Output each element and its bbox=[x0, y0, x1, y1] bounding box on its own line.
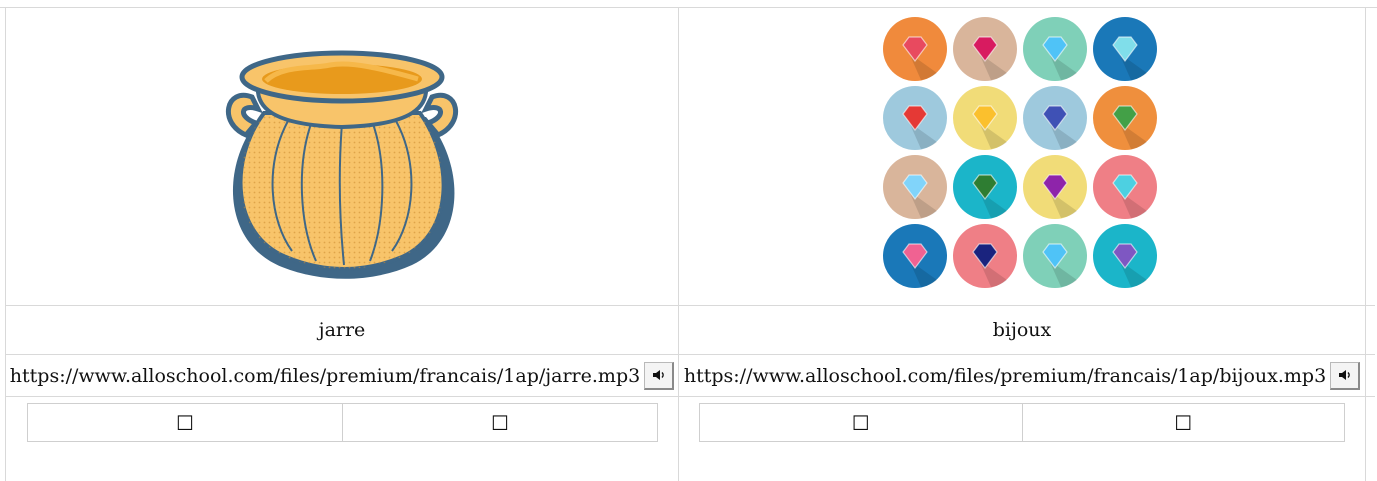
jewelry-icon bbox=[883, 155, 947, 219]
choice-table: ☐ ☐ bbox=[27, 403, 658, 442]
checkbox-glyph: ☐ bbox=[1174, 410, 1193, 435]
jewelry-icon bbox=[883, 86, 947, 150]
audio-row: https://www.alloschool.com/files/premium… bbox=[683, 361, 1361, 390]
word-cards-table: jarre bijoux https://www.alloschool.com/… bbox=[5, 7, 1375, 481]
jewelry-icon bbox=[953, 17, 1017, 81]
checkbox-glyph: ☐ bbox=[491, 410, 509, 435]
speaker-icon bbox=[652, 370, 664, 380]
jewelry-icon bbox=[1093, 224, 1157, 288]
card-word-cell: jarre bbox=[6, 306, 678, 354]
jewelry-icon bbox=[1023, 155, 1087, 219]
card-word-cell: bijoux bbox=[679, 306, 1365, 354]
choice-table: ☐ ☐ bbox=[699, 403, 1345, 442]
choice-checkbox[interactable]: ☐ bbox=[1021, 404, 1345, 441]
jewelry-icon bbox=[1023, 224, 1087, 288]
jewelry-icon bbox=[1023, 86, 1087, 150]
card-word: bijoux bbox=[992, 319, 1052, 341]
card-audio-cell: https://www.alloschool.com/files/premium… bbox=[6, 355, 678, 396]
table-border-right bbox=[1365, 7, 1366, 481]
audio-row: https://www.alloschool.com/files/premium… bbox=[9, 361, 675, 390]
card-word: jarre bbox=[318, 319, 366, 341]
jewelry-icon bbox=[1093, 86, 1157, 150]
checkbox-glyph: ☐ bbox=[851, 410, 870, 435]
row-divider-audio bbox=[5, 396, 1375, 397]
play-audio-button[interactable] bbox=[644, 361, 675, 390]
jewelry-icon bbox=[953, 155, 1017, 219]
choice-checkbox[interactable]: ☐ bbox=[700, 404, 1022, 441]
jewelry-icons-illustration bbox=[883, 17, 1157, 288]
card-audio-cell: https://www.alloschool.com/files/premium… bbox=[679, 355, 1365, 396]
jewelry-icon bbox=[1093, 17, 1157, 81]
audio-url-text: https://www.alloschool.com/files/premium… bbox=[9, 364, 641, 387]
jewelry-icon bbox=[953, 86, 1017, 150]
audio-url-text: https://www.alloschool.com/files/premium… bbox=[683, 364, 1327, 387]
jewelry-icon bbox=[1093, 155, 1157, 219]
checkbox-glyph: ☐ bbox=[176, 410, 194, 435]
card-image-cell bbox=[6, 7, 678, 305]
jewelry-icon bbox=[953, 224, 1017, 288]
choice-checkbox[interactable]: ☐ bbox=[28, 404, 342, 441]
play-audio-button[interactable] bbox=[1330, 361, 1361, 390]
pot-illustration bbox=[226, 50, 458, 279]
jewelry-icon bbox=[883, 17, 947, 81]
jewelry-icon bbox=[1023, 17, 1087, 81]
speaker-icon bbox=[1338, 370, 1350, 380]
jewelry-icon bbox=[883, 224, 947, 288]
choice-checkbox[interactable]: ☐ bbox=[342, 404, 657, 441]
card-image-cell bbox=[679, 7, 1365, 305]
